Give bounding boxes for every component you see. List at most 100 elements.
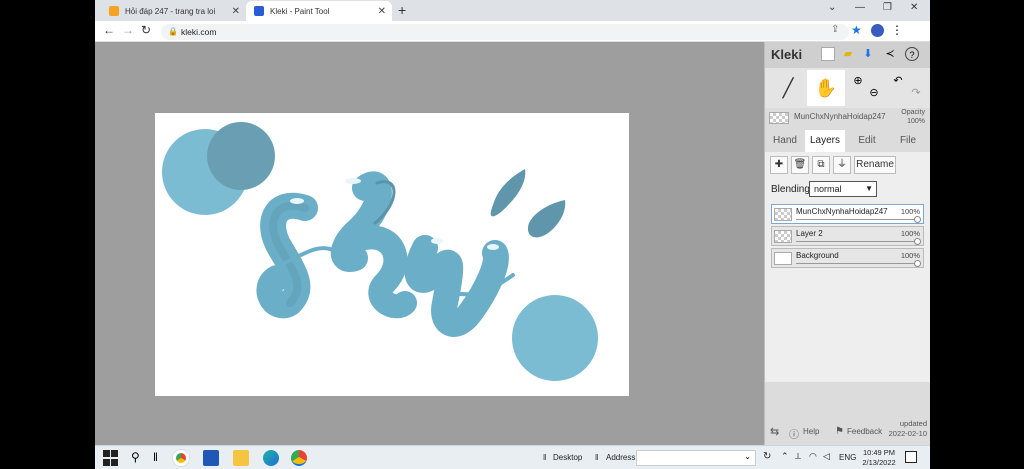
zoom-out-icon[interactable]: ⊖ xyxy=(867,86,881,100)
share-icon[interactable]: ⇪ xyxy=(831,24,839,35)
layer-item[interactable]: Background 100% xyxy=(771,248,924,268)
duplicate-layer-icon[interactable]: ⧉ xyxy=(812,156,830,174)
panel-footer: ⇆ ⓘ Help ⚑ Feedback updated 2022-02-10 xyxy=(765,417,930,445)
delete-layer-icon[interactable]: 🗑 xyxy=(791,156,809,174)
windows-taskbar: ⚲ ‖ ‖ Desktop ‖ Address ⌄ ↻ ⌃ ⟂ ◠ ◁ ENG … xyxy=(95,445,930,469)
wifi-icon[interactable]: ◠ xyxy=(809,451,817,462)
layer-opacity: 100% xyxy=(900,251,920,260)
slider-knob[interactable] xyxy=(914,260,921,267)
layer-item[interactable]: Layer 2 100% xyxy=(771,226,924,246)
url-text: kleki.com xyxy=(181,27,217,37)
profile-avatar-icon[interactable] xyxy=(871,24,884,37)
help-link[interactable]: Help xyxy=(803,427,819,436)
go-icon[interactable]: ↻ xyxy=(763,451,771,462)
redo-icon[interactable]: ↷ xyxy=(909,86,923,100)
tab-layers[interactable]: Layers xyxy=(805,130,845,152)
layer-opacity-slider[interactable] xyxy=(796,263,918,264)
url-field[interactable]: 🔒 kleki.com xyxy=(161,24,849,40)
download-icon[interactable]: ⬇ xyxy=(861,47,875,61)
tab-title: Kleki - Paint Tool xyxy=(270,6,330,16)
drop-shape xyxy=(527,200,566,238)
tab-file[interactable]: File xyxy=(891,130,925,152)
desktop-toolbar[interactable]: Desktop xyxy=(553,453,582,462)
clock-date[interactable]: 2/13/2022 xyxy=(861,458,897,467)
new-tab-icon[interactable]: + xyxy=(398,2,406,18)
tab-edit[interactable]: Edit xyxy=(849,130,885,152)
sky-lettering xyxy=(256,171,515,337)
brush-tool-icon[interactable]: ╱ xyxy=(769,70,807,106)
tab-search-icon[interactable]: ⌄ xyxy=(828,2,836,13)
network-icon[interactable]: ⟂ xyxy=(795,451,801,462)
canvas-artwork xyxy=(162,122,598,381)
open-folder-icon[interactable]: ▰ xyxy=(841,47,855,61)
updated-date: 2022-02-10 xyxy=(888,429,927,438)
blending-label: Blending xyxy=(771,184,810,195)
circle-shape xyxy=(207,122,275,190)
layer-opacity: 100% xyxy=(900,229,920,238)
help-circle-icon[interactable]: ⓘ xyxy=(789,426,799,441)
language-indicator[interactable]: ENG xyxy=(839,453,856,462)
drawing-canvas[interactable] xyxy=(155,113,629,396)
kleki-logo: Kleki xyxy=(771,47,803,62)
windows-start-icon[interactable] xyxy=(103,450,119,466)
close-tab-icon[interactable]: ✕ xyxy=(232,6,240,17)
slider-knob[interactable] xyxy=(914,216,921,223)
tray-expand-icon[interactable]: ⌃ xyxy=(781,451,789,462)
layer-item[interactable]: MunChxNynhaHoidap247 100% xyxy=(771,204,924,224)
tab-hoidap[interactable]: Hỏi đáp 247 - trang tra loi ✕ xyxy=(101,1,246,21)
volume-icon[interactable]: ◁ xyxy=(823,451,830,462)
minimize-icon[interactable]: — xyxy=(855,2,865,13)
help-icon[interactable]: ? xyxy=(905,47,919,61)
layers-panel: ✚ 🗑 ⧉ ⏚ Rename Blending normal ▼ MunChxN… xyxy=(765,152,930,382)
file-explorer-icon[interactable] xyxy=(233,450,249,466)
add-layer-icon[interactable]: ✚ xyxy=(770,156,788,174)
merge-down-icon[interactable]: ⏚ xyxy=(833,156,851,174)
close-window-icon[interactable]: ✕ xyxy=(910,2,918,13)
undo-icon[interactable]: ↶ xyxy=(891,74,905,88)
feedback-link[interactable]: Feedback xyxy=(847,427,882,436)
store-icon[interactable] xyxy=(203,450,219,466)
search-icon[interactable]: ⚲ xyxy=(131,450,147,466)
browser-window: Hỏi đáp 247 - trang tra loi ✕ Kleki - Pa… xyxy=(95,0,930,469)
current-layer-name: MunChxNynhaHoidap247 xyxy=(794,112,886,121)
layer-opacity-slider[interactable] xyxy=(796,219,918,220)
menu-dots-icon[interactable]: ⋮ xyxy=(891,23,903,37)
circle-shape xyxy=(512,295,598,381)
notification-icon[interactable] xyxy=(905,451,917,463)
canvas-workspace[interactable] xyxy=(95,42,764,445)
tab-title: Hỏi đáp 247 - trang tra loi xyxy=(125,6,216,16)
tab-kleki[interactable]: Kleki - Paint Tool ✕ xyxy=(246,1,392,21)
share-icon[interactable]: ≺ xyxy=(883,47,897,61)
new-image-icon[interactable] xyxy=(821,47,835,61)
layer-opacity-slider[interactable] xyxy=(796,241,918,242)
divider: ‖ xyxy=(543,453,547,462)
zoom-in-icon[interactable]: ⊕ xyxy=(851,74,865,88)
layer-opacity: 100% xyxy=(900,207,920,216)
edge-icon[interactable] xyxy=(263,450,279,466)
swap-side-icon[interactable]: ⇆ xyxy=(770,425,779,438)
chrome-active-icon[interactable] xyxy=(291,450,307,466)
drop-shape xyxy=(490,169,526,217)
tool-row: ╱ ✋ ⊕ ⊖ ↶ ↷ xyxy=(765,68,930,108)
clock-time[interactable]: 10:49 PM xyxy=(861,448,897,457)
updated-label: updated xyxy=(899,419,927,428)
back-icon[interactable]: ← xyxy=(103,23,115,37)
rename-button[interactable]: Rename xyxy=(854,156,896,174)
forward-icon[interactable]: → xyxy=(122,23,134,37)
blending-select[interactable]: normal ▼ xyxy=(809,181,877,197)
feedback-icon[interactable]: ⚑ xyxy=(835,426,844,437)
slider-knob[interactable] xyxy=(914,238,921,245)
task-view-icon[interactable]: ‖ xyxy=(153,450,169,466)
opacity-value: 100% xyxy=(907,118,925,125)
hoidap-favicon-icon xyxy=(109,6,119,16)
chrome-icon[interactable] xyxy=(173,450,189,466)
close-tab-icon[interactable]: ✕ xyxy=(378,6,386,17)
hand-tool-icon[interactable]: ✋ xyxy=(807,70,845,106)
address-toolbar-input[interactable]: ⌄ xyxy=(636,450,756,466)
tab-hand[interactable]: Hand xyxy=(767,130,803,152)
address-bar: ← → ↻ 🔒 kleki.com ⇪ ★ ⋮ xyxy=(95,21,930,42)
restore-icon[interactable]: ❐ xyxy=(883,2,892,13)
divider: ‖ xyxy=(595,453,599,462)
bookmark-star-icon[interactable]: ★ xyxy=(851,23,862,37)
reload-icon[interactable]: ↻ xyxy=(141,23,151,37)
